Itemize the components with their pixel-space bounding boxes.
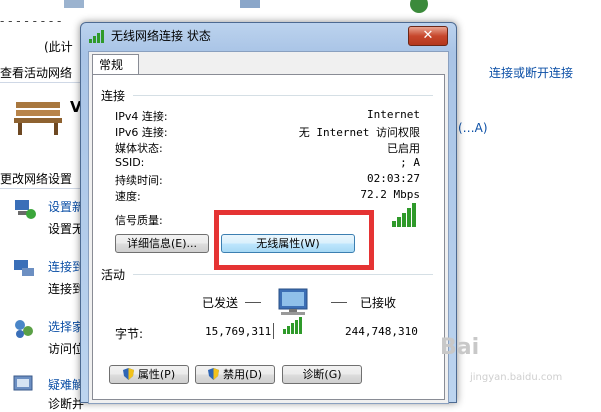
ipv4-value: Internet — [367, 108, 420, 121]
signal-title-icon — [89, 30, 104, 43]
tab-general[interactable]: 常规 — [92, 54, 139, 75]
close-icon: ✕ — [422, 28, 434, 43]
ssid-label: SSID: — [115, 156, 145, 169]
change-network-settings-heading: 更改网络设置 — [0, 172, 73, 186]
watermark-logo: Bai — [440, 335, 480, 360]
watermark-url: jingyan.baidu.com — [470, 372, 563, 383]
disable-button[interactable]: 禁用(D) — [195, 365, 275, 384]
disable-label: 禁用(D) — [222, 368, 263, 381]
close-button[interactable]: ✕ — [408, 26, 448, 46]
internet-globe-icon — [410, 0, 428, 13]
sent-line — [245, 302, 261, 303]
dashed-line: - - - - - - - - — [0, 14, 62, 28]
top-computer-icon — [64, 0, 84, 8]
network-activity-icon — [273, 288, 308, 339]
ipv6-label: IPv6 连接: — [115, 126, 168, 139]
bg-item-title[interactable]: 设置新 — [48, 198, 84, 215]
troubleshoot-icon — [13, 375, 33, 391]
dialog-titlebar[interactable]: 无线网络连接 状态 ✕ — [81, 23, 456, 49]
speed-value: 72.2 Mbps — [360, 188, 420, 201]
media-state-label: 媒体状态: — [115, 142, 163, 155]
diagnose-button[interactable]: 诊断(G) — [282, 365, 362, 384]
homegroup-icon — [15, 320, 33, 338]
view-active-networks-heading: 查看活动网络 — [0, 66, 73, 80]
signal-quality-label: 信号质量: — [115, 214, 163, 227]
group-divider — [133, 274, 433, 275]
highlight-box — [214, 210, 374, 270]
bg-item-desc: 诊断并 — [48, 397, 85, 411]
bytes-sent-value: 15,769,311 — [205, 325, 272, 338]
speed-label: 速度: — [115, 190, 141, 203]
bg-item-title[interactable]: 疑难解 — [48, 376, 84, 393]
bg-item-title[interactable]: 连接到 — [48, 258, 84, 275]
properties-label: 属性(P) — [137, 368, 176, 381]
signal-strength-icon — [392, 203, 416, 227]
connection-heading: 连接 — [101, 89, 126, 103]
received-line — [331, 302, 347, 303]
uac-shield-icon — [122, 368, 134, 380]
ssid-value: ; A — [400, 156, 420, 169]
uac-shield-icon — [207, 368, 219, 380]
top-network-icon — [240, 0, 260, 8]
details-button[interactable]: 详细信息(E)... — [115, 234, 209, 253]
received-label: 已接收 — [360, 296, 397, 310]
activity-heading: 活动 — [101, 268, 126, 282]
media-state-value: 已启用 — [387, 142, 420, 155]
duration-label: 持续时间: — [115, 174, 163, 187]
duration-value: 02:03:27 — [367, 172, 420, 185]
bg-item-desc: 访问位 — [48, 342, 85, 356]
group-divider — [133, 95, 433, 96]
connect-disconnect-link[interactable]: 连接或断开连接 — [489, 64, 573, 81]
note-fragment: (此计 — [44, 40, 73, 54]
separator — [0, 82, 82, 83]
bg-item-desc: 设置无 — [48, 222, 85, 236]
dialog-title: 无线网络连接 状态 — [111, 29, 211, 43]
network-link-fragment[interactable]: (…A) — [458, 121, 488, 135]
bg-item-title[interactable]: 选择家 — [48, 318, 84, 335]
ipv6-value: 无 Internet 访问权限 — [298, 126, 420, 139]
sent-label: 已发送 — [202, 296, 239, 310]
setup-connection-icon — [15, 200, 36, 219]
ipv4-label: IPv4 连接: — [115, 110, 168, 123]
bytes-received-value: 244,748,310 — [345, 325, 418, 338]
properties-button[interactable]: 属性(P) — [109, 365, 189, 384]
bytes-label: 字节: — [115, 327, 144, 341]
bg-item-desc: 连接到 — [48, 282, 85, 296]
connect-network-icon — [14, 260, 34, 276]
bench-icon — [14, 102, 62, 135]
separator — [0, 188, 82, 189]
